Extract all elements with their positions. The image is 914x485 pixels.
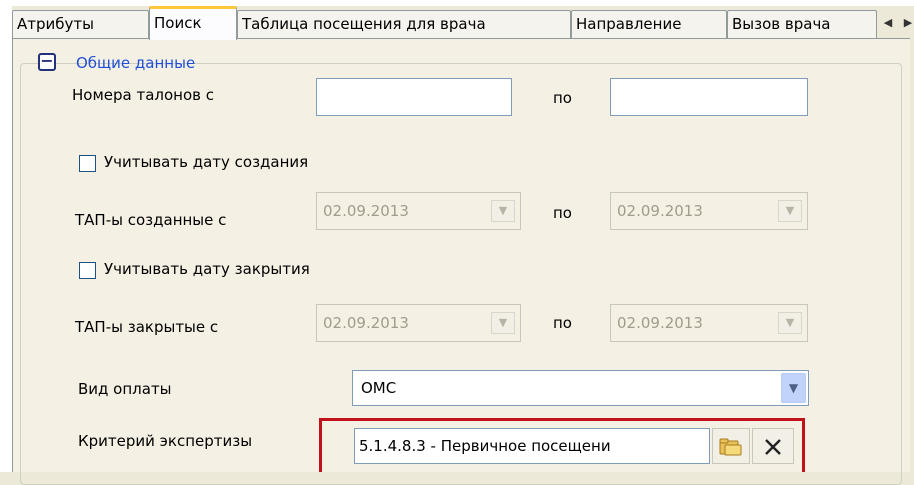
created-date-checkbox[interactable] (79, 155, 96, 172)
clear-button[interactable] (752, 428, 794, 464)
close-icon (765, 438, 781, 455)
tab-referral[interactable]: Направление (571, 10, 727, 38)
tab-doctor-call[interactable]: Вызов врача (727, 10, 877, 38)
payment-type-label: Вид оплаты (78, 380, 172, 398)
scroll-left-icon[interactable]: ◀ (878, 12, 898, 34)
created-to-label: по (553, 204, 572, 222)
chevron-down-icon: ▼ (491, 312, 515, 334)
criteria-label: Критерий экспертизы (78, 432, 253, 450)
created-range-label: ТАП-ы созданные с (75, 211, 227, 229)
talon-from-input[interactable] (316, 78, 512, 116)
chevron-down-icon[interactable]: ▼ (781, 373, 806, 403)
created-from-date: 02.09.2013 ▼ (316, 192, 521, 230)
chevron-down-icon: ▼ (491, 200, 515, 222)
collapse-icon[interactable]: − (38, 53, 56, 71)
tab-bar: Атрибуты Поиск Таблица посещения для вра… (12, 4, 914, 40)
closed-from-date: 02.09.2013 ▼ (316, 304, 521, 342)
closed-date-checkbox-label[interactable]: Учитывать дату закрытия (104, 260, 310, 278)
closed-from-value: 02.09.2013 (323, 314, 409, 332)
folder-browse-icon (719, 438, 742, 455)
chevron-down-icon: ▼ (778, 200, 802, 222)
window-left-edge (0, 0, 12, 472)
talon-numbers-label: Номера талонов с (72, 86, 215, 104)
closed-to-label: по (553, 314, 572, 332)
tab-attributes[interactable]: Атрибуты (12, 10, 149, 38)
chevron-down-icon: ▼ (778, 312, 802, 334)
tab-scroll-buttons: ◀ ▶ (878, 12, 914, 34)
browse-button[interactable] (712, 428, 750, 464)
payment-type-select[interactable]: ОМС ▼ (352, 370, 809, 406)
criteria-field[interactable]: 5.1.4.8.3 - Первичное посещени (354, 428, 710, 464)
created-from-value: 02.09.2013 (323, 202, 409, 220)
closed-to-value: 02.09.2013 (617, 314, 703, 332)
talon-to-input[interactable] (610, 78, 808, 116)
tab-doctor-visits[interactable]: Таблица посещения для врача (237, 10, 571, 38)
created-to-value: 02.09.2013 (617, 202, 703, 220)
closed-to-date: 02.09.2013 ▼ (610, 304, 808, 342)
created-to-date: 02.09.2013 ▼ (610, 192, 808, 230)
group-title: Общие данные (76, 54, 196, 72)
tab-search[interactable]: Поиск (149, 6, 237, 40)
group-header: − Общие данные (38, 50, 195, 76)
talon-to-label: по (553, 89, 572, 107)
payment-type-value: ОМС (361, 379, 397, 397)
closed-date-checkbox[interactable] (79, 262, 96, 279)
scroll-right-icon[interactable]: ▶ (898, 12, 914, 34)
created-date-checkbox-label[interactable]: Учитывать дату создания (104, 153, 308, 171)
closed-range-label: ТАП-ы закрытые с (75, 318, 219, 336)
